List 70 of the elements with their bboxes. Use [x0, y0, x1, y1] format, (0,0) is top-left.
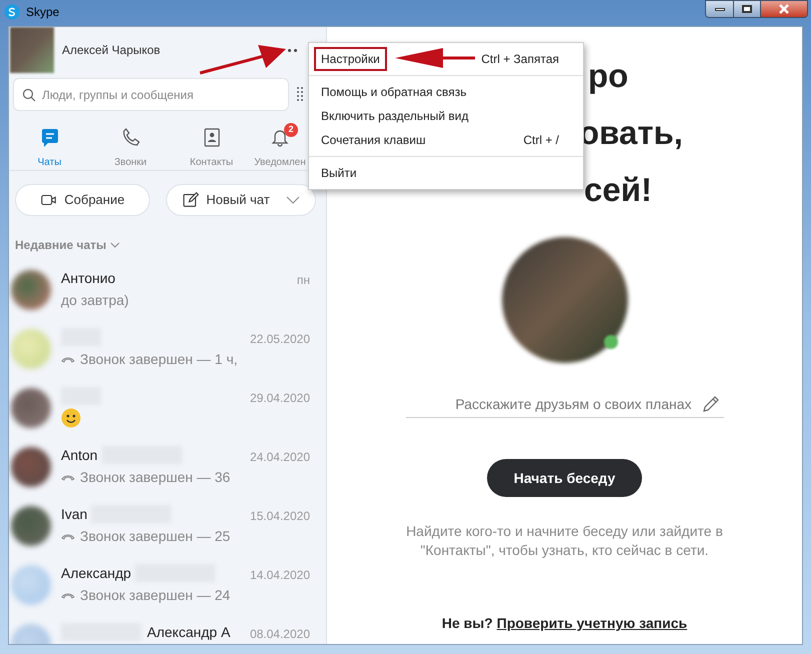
minimize-button[interactable] [706, 1, 734, 17]
hang-up-phone-icon [61, 532, 75, 540]
search-field[interactable]: Люди, группы и сообщения [13, 78, 289, 111]
window-title: Skype [26, 4, 60, 21]
help-text: Найдите кого-то и начните беседу или зайдите в "Контакты", чтобы узнать, кто сейчас в сети. [405, 522, 724, 560]
hang-up-phone-icon [61, 356, 75, 362]
check-account-link[interactable]: Проверить учетную запись [496, 613, 688, 634]
maximize-button[interactable] [734, 1, 761, 17]
phone-icon [120, 127, 140, 147]
meeting-button[interactable]: Собрание [15, 184, 150, 216]
not-you-text: Не вы? [442, 614, 493, 633]
compose-icon [182, 191, 200, 209]
contact-avatar [11, 506, 51, 546]
dial-pad-icon[interactable] [297, 86, 303, 102]
chat-row[interactable]: Антонио до завтра) пн [9, 263, 326, 322]
chat-date: 14.04.2020 [250, 567, 310, 584]
contact-name: Антонио [61, 268, 116, 288]
welcome-heading: сей! [584, 170, 653, 210]
chat-row[interactable]: Anton Звонок завершен — 36 24.04.2020 [9, 440, 326, 499]
chat-date: 29.04.2020 [250, 390, 310, 407]
chat-icon [40, 127, 60, 147]
chat-date: 22.05.2020 [250, 331, 310, 348]
welcome-heading: ро [588, 56, 630, 96]
maximize-icon [742, 5, 752, 13]
notification-badge: 2 [284, 123, 298, 137]
hang-up-phone-icon [61, 474, 75, 480]
call-status: Звонок завершен — 25 [80, 526, 230, 546]
message-preview: до завтра) [61, 290, 129, 310]
shortcut-hint: Ctrl + Запятая [481, 51, 559, 68]
profile-name[interactable]: Алексей Чарыков [62, 41, 160, 59]
mood-message-field[interactable]: Расскажите друзьям о своих планах [406, 390, 692, 417]
chat-date: 24.04.2020 [250, 449, 310, 466]
hang-up-phone-icon [61, 592, 75, 598]
contact-name: Anton [61, 446, 98, 464]
chat-row[interactable]: Ivan Звонок завершен — 25 15.04.2020 [9, 499, 326, 558]
menu-item[interactable]: Помощь и обратная связь [309, 80, 583, 104]
contact-avatar [11, 565, 51, 605]
tab[interactable]: Уведомлен 2 [252, 123, 308, 170]
call-status: Звонок завершен — 24 [80, 586, 230, 605]
chat-date: 15.04.2020 [250, 508, 310, 525]
new-chat-button[interactable]: Новый чат [166, 184, 316, 216]
chat-date: пн [296, 272, 310, 289]
pencil-icon [702, 394, 720, 412]
contact-name: Александр [61, 564, 132, 583]
skype-logo-icon [4, 4, 20, 20]
chat-row[interactable]: Александр А 08.04.2020 [9, 617, 326, 644]
profile-avatar[interactable] [10, 27, 54, 73]
contact-name: Ivan [61, 504, 88, 524]
call-status: Звонок завершен — 36 [80, 468, 230, 487]
menu-item[interactable]: Выйти [309, 161, 583, 185]
contact-avatar [11, 388, 51, 428]
contact-card-icon [202, 127, 222, 147]
shortcut-hint: Ctrl + / [523, 132, 559, 149]
minimize-icon [714, 8, 724, 10]
chevron-down-icon [110, 242, 120, 248]
chat-date: 08.04.2020 [250, 626, 310, 643]
search-icon [22, 88, 36, 102]
menu-item[interactable]: Настройки Ctrl + Запятая [309, 47, 583, 71]
chat-row[interactable]: Александр Звонок завершен — 24 14.04.2020 [9, 558, 326, 617]
contact-avatar [11, 270, 51, 310]
smiley-icon [61, 408, 81, 428]
contact-name: Александр А [147, 622, 230, 642]
contact-avatar [11, 447, 51, 487]
call-status: Звонок завершен — 1 ч, [80, 350, 238, 369]
tab[interactable]: Чаты [9, 123, 90, 170]
chevron-down-icon [286, 196, 300, 204]
start-conversation-button[interactable]: Начать беседу [487, 459, 642, 497]
close-icon [778, 4, 790, 14]
close-button[interactable] [761, 1, 807, 17]
contact-avatar [11, 329, 51, 369]
